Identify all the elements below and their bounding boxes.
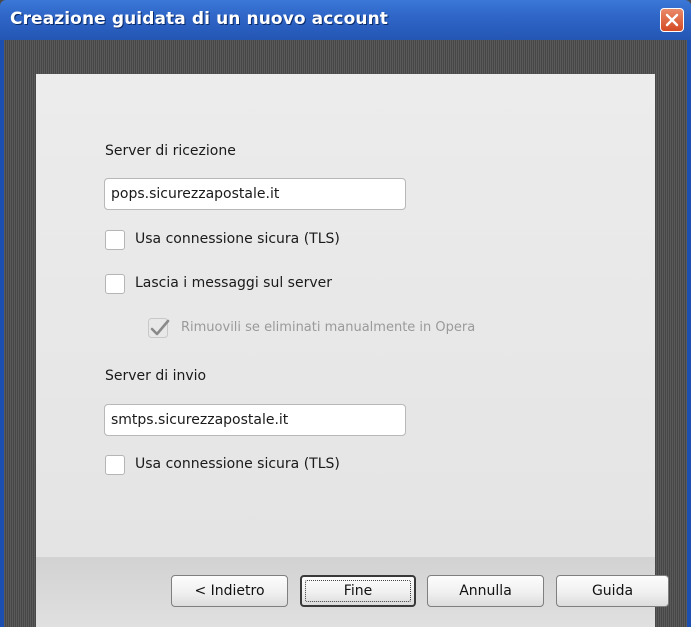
cancel-button[interactable]: Annulla bbox=[427, 575, 544, 607]
help-button[interactable]: Guida bbox=[556, 575, 669, 607]
back-button[interactable]: < Indietro bbox=[171, 575, 288, 607]
close-button[interactable] bbox=[660, 8, 684, 32]
outgoing-server-label: Server di invio bbox=[105, 368, 207, 384]
leave-on-server-checkbox[interactable] bbox=[105, 274, 125, 294]
help-button-label: Guida bbox=[591, 583, 634, 599]
incoming-server-input[interactable] bbox=[104, 178, 406, 210]
window-title: Creazione guidata di un nuovo account bbox=[10, 9, 389, 29]
wizard-content-panel: Server di ricezione Usa connessione sicu… bbox=[36, 74, 655, 557]
leave-on-server-label: Lascia i messaggi sul server bbox=[135, 275, 332, 291]
remove-if-deleted-checkbox[interactable] bbox=[148, 318, 170, 338]
incoming-tls-checkbox[interactable] bbox=[105, 230, 125, 250]
incoming-tls-label: Usa connessione sicura (TLS) bbox=[135, 231, 340, 247]
button-bar: < Indietro Fine Annulla Guida bbox=[36, 557, 669, 627]
back-button-label: < Indietro bbox=[194, 583, 265, 599]
title-bar: Creazione guidata di un nuovo account bbox=[0, 0, 691, 40]
checkmark-icon bbox=[148, 318, 170, 338]
outgoing-tls-checkbox[interactable] bbox=[105, 455, 125, 475]
incoming-server-label: Server di ricezione bbox=[105, 143, 236, 159]
finish-button-label: Fine bbox=[343, 583, 373, 599]
outgoing-server-input[interactable] bbox=[104, 404, 406, 436]
finish-button[interactable]: Fine bbox=[300, 575, 416, 607]
wizard-window: Creazione guidata di un nuovo account Se… bbox=[0, 0, 691, 627]
remove-if-deleted-label: Rimuovili se eliminati manualmente in Op… bbox=[181, 320, 476, 335]
close-icon bbox=[665, 13, 679, 27]
outgoing-tls-label: Usa connessione sicura (TLS) bbox=[135, 456, 340, 472]
window-border-right bbox=[687, 40, 691, 627]
cancel-button-label: Annulla bbox=[459, 583, 512, 599]
